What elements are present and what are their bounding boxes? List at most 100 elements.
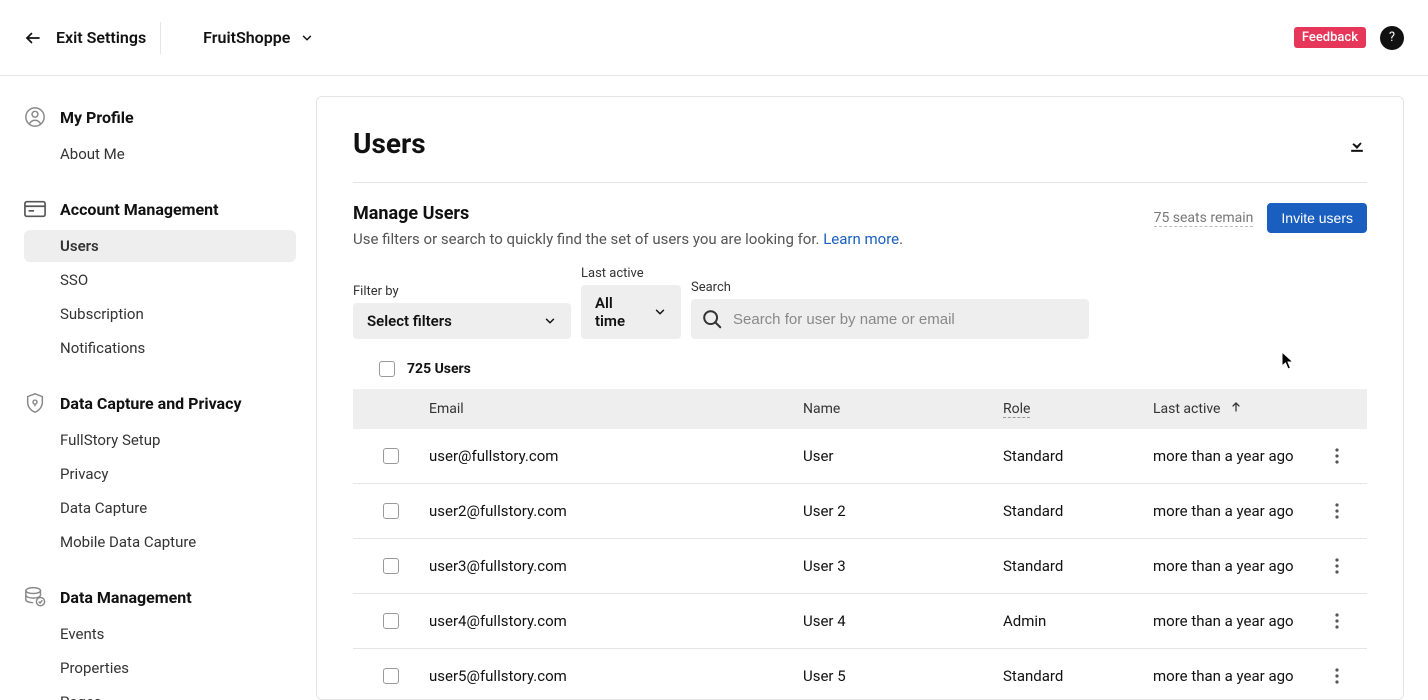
sidebar-item-pages[interactable]: Pages xyxy=(24,686,296,700)
sidebar-heading-label: Data Capture and Privacy xyxy=(60,394,242,413)
col-role-header[interactable]: Role xyxy=(1003,401,1153,417)
col-actions-header xyxy=(1307,401,1367,417)
row-menu-button[interactable] xyxy=(1335,503,1339,519)
sidebar-item-properties[interactable]: Properties xyxy=(24,652,296,684)
sidebar-heading-label: Data Management xyxy=(60,588,192,607)
sidebar-item-users[interactable]: Users xyxy=(24,230,296,262)
row-role: Standard xyxy=(1003,447,1153,465)
title-row: Users xyxy=(353,127,1367,183)
filter-by-label: Filter by xyxy=(353,284,571,299)
row-checkbox[interactable] xyxy=(383,613,399,629)
sidebar-heading-account[interactable]: Account Management xyxy=(24,198,296,220)
sidebar-item-notifications[interactable]: Notifications xyxy=(24,332,296,364)
col-last-active-header[interactable]: Last active xyxy=(1153,401,1307,417)
sort-ascending-icon xyxy=(1230,401,1242,417)
search-icon xyxy=(701,308,723,330)
sidebar-heading-label: My Profile xyxy=(60,108,134,127)
users-count: 725 Users xyxy=(407,361,471,377)
filter-by-value: Select filters xyxy=(367,312,452,330)
table-row[interactable]: user4@fullstory.com User 4 Admin more th… xyxy=(353,594,1367,649)
chevron-down-icon xyxy=(543,314,557,328)
row-name: User 5 xyxy=(803,667,1003,685)
sidebar-section-data-management: Data Management Events Properties Pages xyxy=(24,586,296,700)
row-checkbox[interactable] xyxy=(383,558,399,574)
row-last-active: more than a year ago xyxy=(1153,557,1307,575)
sidebar-heading-profile[interactable]: My Profile xyxy=(24,106,296,128)
row-name: User xyxy=(803,447,1003,465)
filter-by-select[interactable]: Select filters xyxy=(353,303,571,339)
row-actions xyxy=(1307,668,1367,684)
learn-more-link[interactable]: Learn more xyxy=(823,230,899,248)
sidebar-item-sso[interactable]: SSO xyxy=(24,264,296,296)
col-email-header[interactable]: Email xyxy=(429,401,803,417)
feedback-button[interactable]: Feedback xyxy=(1294,27,1366,48)
search-label: Search xyxy=(691,280,1089,295)
table-row[interactable]: user3@fullstory.com User 3 Standard more… xyxy=(353,539,1367,594)
sidebar-heading-privacy[interactable]: Data Capture and Privacy xyxy=(24,392,296,414)
row-menu-button[interactable] xyxy=(1335,613,1339,629)
header-right: Feedback ? xyxy=(1294,26,1404,50)
invite-users-button[interactable]: Invite users xyxy=(1267,203,1367,233)
sidebar-item-fullstory-setup[interactable]: FullStory Setup xyxy=(24,424,296,456)
chevron-down-icon xyxy=(653,305,667,319)
row-menu-button[interactable] xyxy=(1335,448,1339,464)
row-email: user3@fullstory.com xyxy=(429,557,803,575)
sidebar-section-privacy: Data Capture and Privacy FullStory Setup… xyxy=(24,392,296,558)
search-input[interactable] xyxy=(723,301,1079,338)
sidebar-heading-data-management[interactable]: Data Management xyxy=(24,586,296,608)
row-name: User 3 xyxy=(803,557,1003,575)
row-menu-button[interactable] xyxy=(1335,668,1339,684)
row-email: user2@fullstory.com xyxy=(429,502,803,520)
select-all-checkbox[interactable] xyxy=(379,361,395,377)
row-email: user4@fullstory.com xyxy=(429,612,803,630)
exit-settings-button[interactable]: Exit Settings xyxy=(24,28,146,47)
row-menu-button[interactable] xyxy=(1335,558,1339,574)
row-checkbox[interactable] xyxy=(383,668,399,684)
workspace-selector[interactable]: FruitShoppe xyxy=(203,28,314,47)
arrow-left-icon xyxy=(24,29,42,47)
database-icon xyxy=(24,586,46,608)
download-button[interactable] xyxy=(1347,134,1367,154)
table-row[interactable]: user@fullstory.com User Standard more th… xyxy=(353,429,1367,484)
row-role: Admin xyxy=(1003,612,1153,630)
row-checkbox-cell xyxy=(353,668,429,684)
sidebar-heading-label: Account Management xyxy=(60,200,219,219)
profile-icon xyxy=(24,106,46,128)
users-table: Email Name Role Last active user@fullsto… xyxy=(353,389,1367,700)
divider xyxy=(160,22,161,54)
row-role: Standard xyxy=(1003,667,1153,685)
row-last-active: more than a year ago xyxy=(1153,447,1307,465)
card-icon xyxy=(24,198,46,220)
manage-row: Manage Users Use filters or search to qu… xyxy=(353,203,1367,248)
section-title: Manage Users xyxy=(353,203,903,224)
section-desc-text: Use filters or search to quickly find th… xyxy=(353,230,823,248)
help-button[interactable]: ? xyxy=(1380,26,1404,50)
row-actions xyxy=(1307,613,1367,629)
col-name-header[interactable]: Name xyxy=(803,401,1003,417)
sidebar-item-data-capture[interactable]: Data Capture xyxy=(24,492,296,524)
row-role: Standard xyxy=(1003,557,1153,575)
row-last-active: more than a year ago xyxy=(1153,612,1307,630)
row-email: user5@fullstory.com xyxy=(429,667,803,685)
search-group: Search xyxy=(691,280,1089,339)
col-check-header xyxy=(353,401,429,417)
last-active-select[interactable]: All time xyxy=(581,285,681,339)
table-row[interactable]: user5@fullstory.com User 5 Standard more… xyxy=(353,649,1367,700)
sidebar-item-privacy[interactable]: Privacy xyxy=(24,458,296,490)
row-checkbox-cell xyxy=(353,613,429,629)
row-checkbox[interactable] xyxy=(383,503,399,519)
seats-remaining[interactable]: 75 seats remain xyxy=(1154,210,1254,227)
table-header: Email Name Role Last active xyxy=(353,389,1367,429)
row-checkbox[interactable] xyxy=(383,448,399,464)
page-title: Users xyxy=(353,127,426,160)
sidebar-item-mobile-data-capture[interactable]: Mobile Data Capture xyxy=(24,526,296,558)
sidebar-item-about-me[interactable]: About Me xyxy=(24,138,296,170)
sidebar-item-subscription[interactable]: Subscription xyxy=(24,298,296,330)
sidebar-item-events[interactable]: Events xyxy=(24,618,296,650)
table-row[interactable]: user2@fullstory.com User 2 Standard more… xyxy=(353,484,1367,539)
row-last-active: more than a year ago xyxy=(1153,667,1307,685)
shield-icon xyxy=(24,392,46,414)
manage-right: 75 seats remain Invite users xyxy=(1154,203,1367,233)
row-actions xyxy=(1307,503,1367,519)
row-checkbox-cell xyxy=(353,448,429,464)
